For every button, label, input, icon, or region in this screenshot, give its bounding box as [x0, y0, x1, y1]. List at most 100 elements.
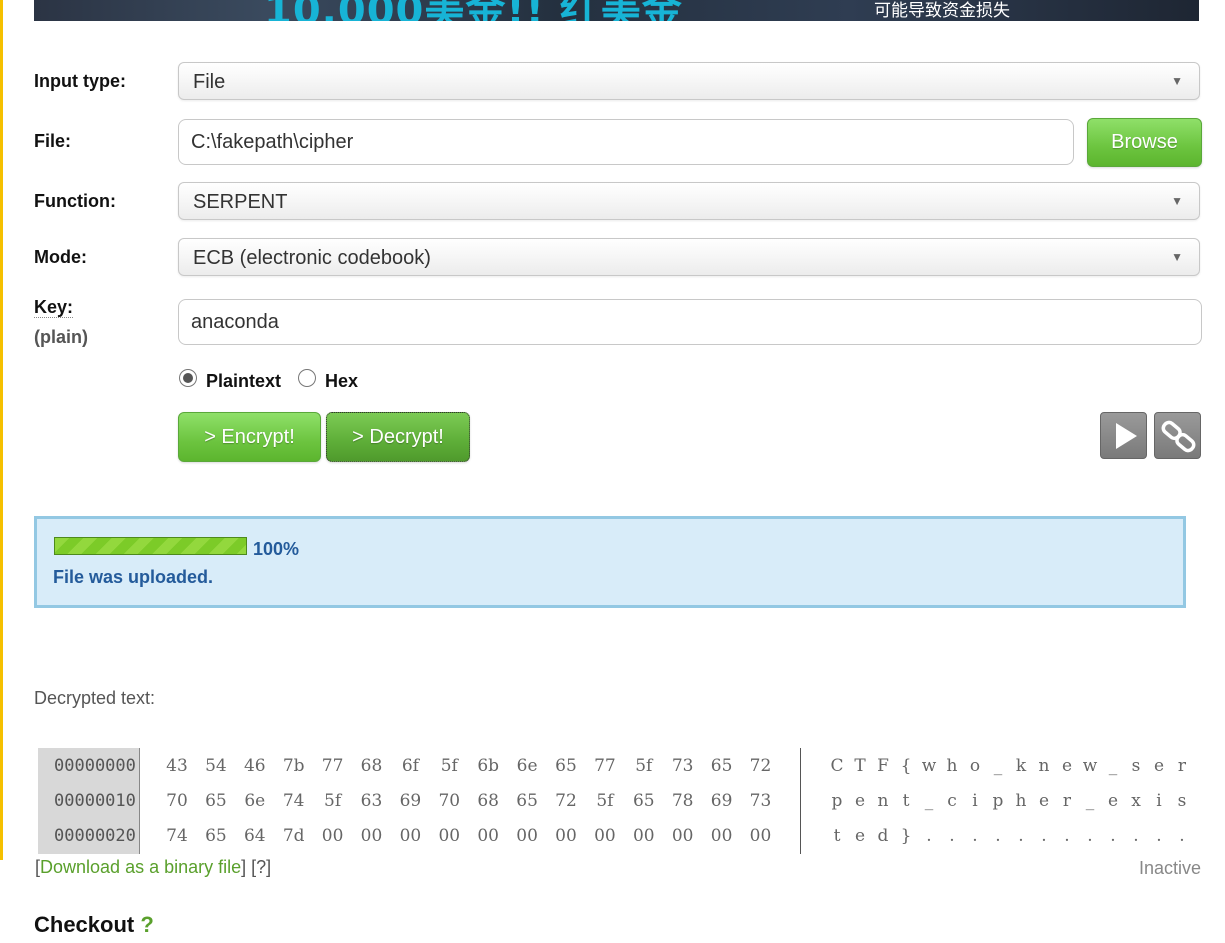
ascii-char: s	[1177, 791, 1187, 811]
key-input[interactable]: anaconda	[178, 299, 1202, 345]
ascii-char: _	[924, 791, 934, 811]
hex-byte: 00	[632, 826, 655, 846]
ascii-char: .	[926, 826, 932, 846]
link-button[interactable]	[1154, 412, 1201, 459]
plaintext-radio-label[interactable]: Plaintext	[206, 371, 281, 392]
hex-byte: 00	[749, 826, 772, 846]
hex-byte: 64	[243, 826, 266, 846]
download-help-link[interactable]: [?]	[251, 857, 271, 877]
ascii-char: .	[1110, 826, 1116, 846]
hex-byte: 00	[477, 826, 499, 846]
ascii-char: r	[1177, 756, 1187, 776]
input-type-select[interactable]: File ▼	[178, 62, 1200, 100]
hex-byte: 65	[205, 791, 227, 811]
ascii-char: _	[1108, 756, 1118, 776]
hex-byte: 5f	[440, 756, 458, 776]
hex-byte: 7d	[282, 826, 305, 846]
ascii-char: .	[1087, 826, 1093, 846]
hex-byte: 68	[360, 756, 383, 776]
banner-headline: 10,000美金!! 红美金	[264, 0, 683, 21]
browse-button[interactable]: Browse	[1087, 118, 1202, 167]
download-binary-link[interactable]: Download as a binary file	[40, 857, 241, 877]
ascii-char: .	[1156, 826, 1162, 846]
hex-byte: 5f	[324, 791, 342, 811]
hex-byte: 54	[205, 756, 227, 776]
hex-address: 00000020	[54, 826, 136, 846]
ascii-char: h	[1015, 791, 1027, 811]
ascii-char: p	[992, 791, 1004, 811]
decrypted-text-title: Decrypted text:	[34, 688, 156, 708]
output-state: Inactive	[1138, 858, 1201, 878]
hex-byte: 00	[321, 826, 344, 846]
hex-byte: 65	[516, 791, 538, 811]
play-button[interactable]	[1100, 412, 1147, 459]
ascii-char: t	[902, 791, 910, 811]
ascii-char: .	[995, 826, 1001, 846]
decrypt-button[interactable]: > Decrypt!	[326, 412, 470, 462]
hex-byte: 63	[360, 791, 383, 811]
function-value: SERPENT	[193, 191, 288, 213]
ascii-char: e	[1107, 791, 1119, 811]
ascii-char: h	[946, 756, 958, 776]
ascii-char: C	[830, 756, 844, 776]
hex-byte: 00	[555, 826, 577, 846]
hex-byte: 65	[555, 756, 577, 776]
ascii-char: x	[1131, 791, 1141, 811]
file-label: File:	[34, 131, 72, 151]
ascii-char: r	[1062, 791, 1072, 811]
mode-label: Mode:	[34, 247, 87, 267]
ascii-char: w	[1082, 756, 1098, 776]
progress-fill	[55, 538, 246, 554]
ascii-char: .	[1018, 826, 1024, 846]
hex-byte: 65	[632, 791, 655, 811]
dropdown-arrow-icon: ▼	[1171, 250, 1183, 264]
ascii-char: k	[1015, 756, 1027, 776]
link-icon	[1161, 420, 1196, 453]
plaintext-radio[interactable]	[179, 369, 197, 387]
function-select[interactable]: SERPENT ▼	[178, 182, 1200, 220]
hex-byte: 46	[243, 756, 266, 776]
ascii-char: w	[921, 756, 937, 776]
ascii-char: n	[877, 791, 889, 811]
checkout-help-icon[interactable]: ?	[140, 912, 153, 937]
status-message: File was uploaded.	[53, 567, 214, 587]
hex-byte: 5f	[596, 791, 614, 811]
ascii-char: d	[877, 826, 889, 846]
hex-byte: 00	[438, 826, 461, 846]
hex-byte: 00	[399, 826, 422, 846]
mode-value: ECB (electronic codebook)	[193, 247, 431, 269]
checkout-title: Checkout	[34, 912, 135, 937]
ad-banner[interactable]: 10,000美金!! 红美金 可能导致资金损失	[34, 0, 1199, 21]
ascii-char: e	[854, 791, 866, 811]
hex-byte: 00	[671, 826, 694, 846]
banner-warning: 可能导致资金损失	[874, 1, 1010, 21]
hex-byte: 70	[438, 791, 461, 811]
encrypt-button[interactable]: > Encrypt!	[178, 412, 321, 462]
progress-percent: 100%	[253, 539, 300, 559]
file-path-value: C:\fakepath\cipher	[191, 131, 354, 153]
hex-byte: 69	[399, 791, 422, 811]
ascii-char: }	[900, 826, 912, 846]
mode-select[interactable]: ECB (electronic codebook) ▼	[178, 238, 1200, 276]
key-label-wrap: Key:	[34, 297, 74, 318]
file-path-field[interactable]: C:\fakepath\cipher	[178, 119, 1074, 165]
play-icon	[1116, 423, 1137, 449]
ascii-char: i	[1156, 791, 1162, 811]
hex-byte: 69	[710, 791, 733, 811]
ascii-char: F	[877, 756, 889, 776]
hex-radio-label[interactable]: Hex	[325, 371, 358, 392]
hex-radio[interactable]	[298, 369, 316, 387]
input-type-value: File	[193, 71, 226, 93]
ascii-char: .	[949, 826, 955, 846]
ascii-char: t	[833, 826, 841, 846]
hex-byte: 68	[477, 791, 499, 811]
hex-byte: 74	[282, 791, 305, 811]
key-value: anaconda	[191, 311, 279, 333]
upload-progress-bar	[54, 537, 247, 555]
key-label: Key:	[34, 297, 74, 318]
upload-status-box: 100% File was uploaded.	[34, 516, 1186, 608]
ascii-char: o	[969, 756, 981, 776]
hex-byte: 77	[321, 756, 344, 776]
ascii-char: e	[854, 826, 866, 846]
left-accent-strip	[0, 0, 3, 860]
